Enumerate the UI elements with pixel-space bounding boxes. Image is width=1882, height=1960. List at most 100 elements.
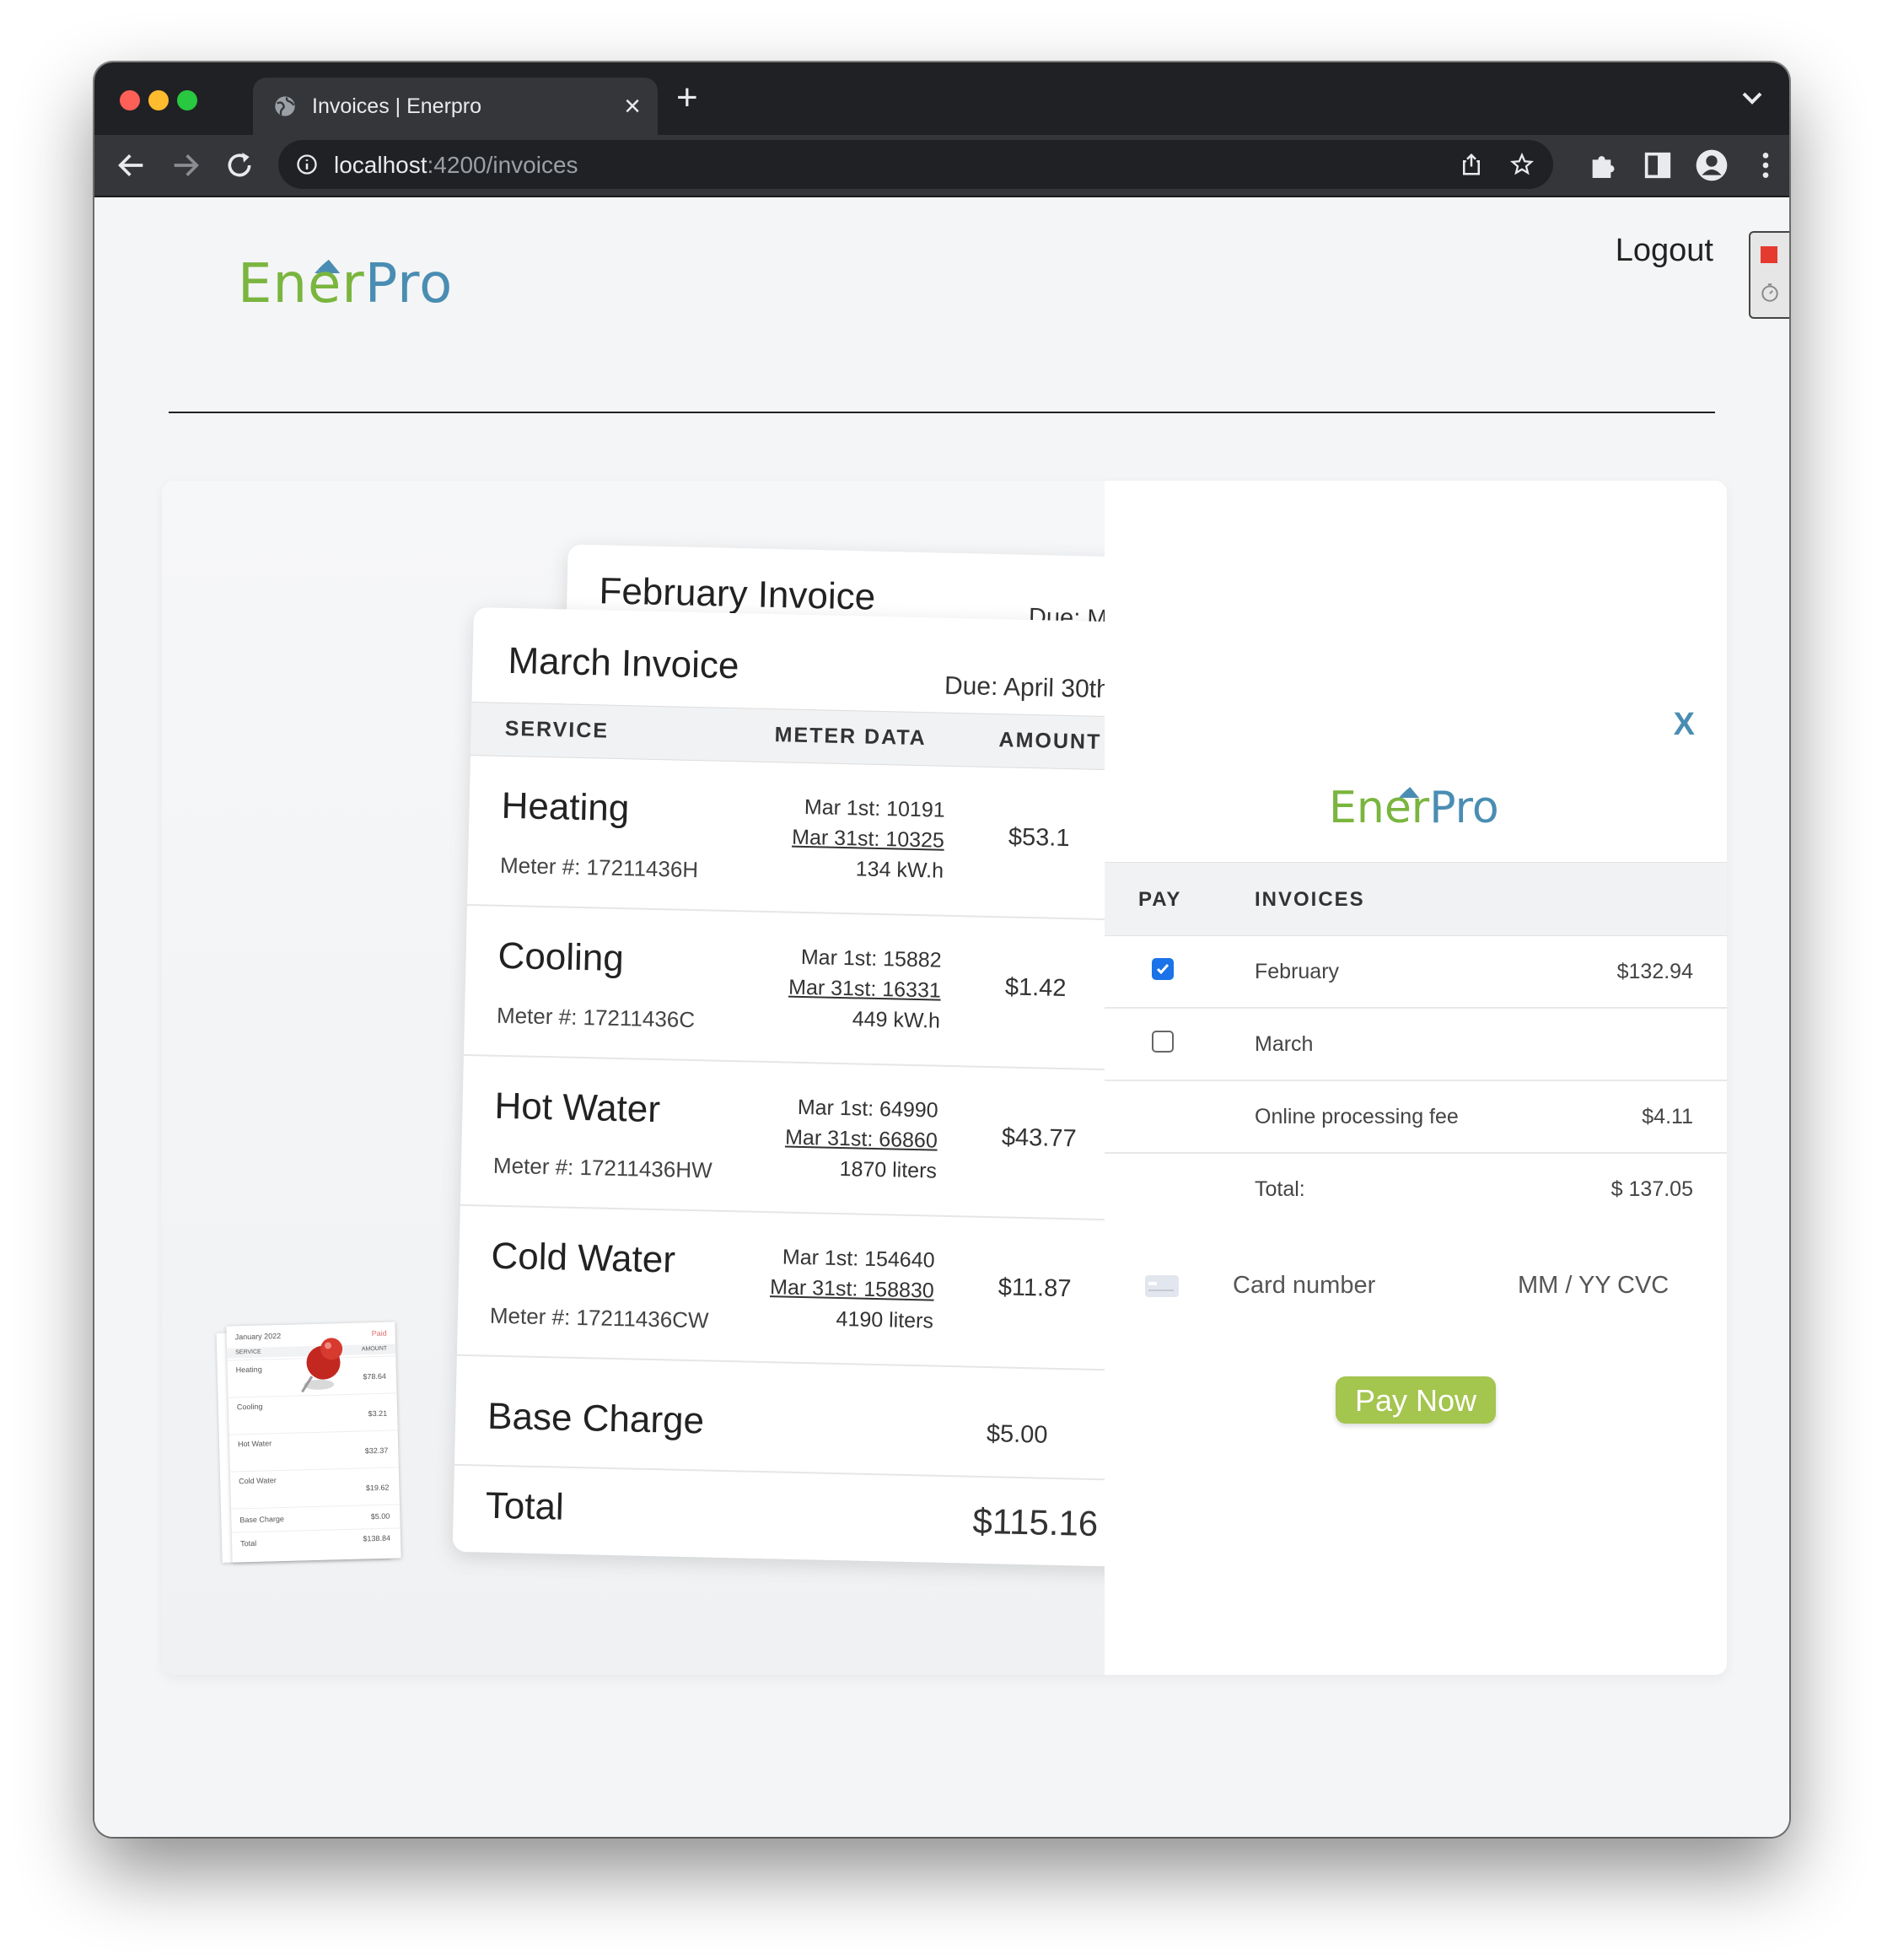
minimize-window-button[interactable] <box>148 90 169 110</box>
profile-avatar-icon[interactable] <box>1695 148 1729 182</box>
close-window-button[interactable] <box>120 90 140 110</box>
meter-number: Meter #: 17211436H <box>499 852 699 883</box>
extensions-icon[interactable] <box>1587 148 1621 182</box>
pushpin-icon <box>301 1338 343 1393</box>
card-expiry-field[interactable]: MM / YY <box>1518 1272 1611 1300</box>
service-amount: $1.42 <box>1004 973 1067 1003</box>
february-checkbox[interactable] <box>1152 958 1174 980</box>
service-amount: $53.1 <box>1008 823 1070 853</box>
march-invoice-due: Due: April 30th <box>944 671 1105 704</box>
invoice-total-label: Total <box>485 1484 565 1528</box>
stop-record-icon[interactable] <box>1761 246 1777 263</box>
thumbnail-status: Paid <box>371 1328 387 1338</box>
table-row: Hot Water Meter #: 17211436HW Mar 1st: 6… <box>460 1055 1105 1223</box>
payment-total-label: Total: <box>1255 1177 1305 1201</box>
service-name: Hot Water <box>494 1085 661 1131</box>
tab-title: Invoices | Enerpro <box>312 94 482 118</box>
browser-window: Invoices | Enerpro × + localhost:4200/in… <box>94 62 1789 1837</box>
payment-row-february: February $132.94 <box>1105 934 1727 1009</box>
timer-icon[interactable] <box>1759 282 1781 304</box>
logo-pro-text: Pro <box>1429 783 1499 833</box>
logo-ener-text: Ener <box>238 253 365 315</box>
column-pay: PAY <box>1138 888 1182 911</box>
base-charge-amount: $5.00 <box>986 1420 1048 1449</box>
page-content: EnerPro Logout February Invoice Due: M M… <box>94 197 1789 1837</box>
card-input[interactable]: Card number MM / YY CVC <box>1145 1265 1693 1307</box>
march-checkbox[interactable] <box>1152 1031 1174 1053</box>
back-arrow-icon[interactable] <box>115 148 148 182</box>
invoice-card: February Invoice Due: M March Invoice Du… <box>162 481 1727 1675</box>
meter-data: Mar 1st: 15882 Mar 31st: 16331 449 kW.h <box>788 945 942 1033</box>
address-bar[interactable]: localhost:4200/invoices <box>278 140 1553 189</box>
card-number-field[interactable]: Card number <box>1233 1272 1375 1300</box>
january-invoice-thumbnail[interactable]: January 2022 Paid SERVICE AMOUNT Heating… <box>216 1322 401 1563</box>
bookmark-star-icon[interactable] <box>1509 152 1535 177</box>
column-invoices: INVOICES <box>1255 888 1365 911</box>
march-invoice-paper[interactable]: March Invoice Due: April 30th SERVICE ME… <box>452 607 1105 1569</box>
close-panel-button[interactable]: X <box>1674 707 1695 743</box>
chevron-down-icon[interactable] <box>1735 81 1769 115</box>
navigation-bar: localhost:4200/invoices <box>94 135 1789 197</box>
tab-close-icon[interactable]: × <box>624 89 641 123</box>
meter-number: Meter #: 17211436HW <box>492 1152 712 1183</box>
meter-number: Meter #: 17211436CW <box>489 1302 709 1333</box>
payment-total-row: Total: $ 137.05 <box>1105 1152 1727 1225</box>
service-amount: $11.87 <box>997 1273 1072 1303</box>
list-item: Total $138.84 <box>231 1527 401 1559</box>
new-tab-button[interactable]: + <box>676 79 698 116</box>
service-name: Heating <box>501 784 630 830</box>
table-row: Cooling Meter #: 17211436C Mar 1st: 1588… <box>463 905 1105 1073</box>
table-row: Cold Water Meter #: 17211436CW Mar 1st: … <box>456 1205 1105 1373</box>
reload-icon[interactable] <box>223 148 256 182</box>
header-divider <box>169 412 1715 413</box>
fee-amount: $4.11 <box>1642 1105 1693 1128</box>
meter-number: Meter #: 17211436C <box>496 1002 696 1033</box>
url-text: localhost:4200/invoices <box>334 152 578 178</box>
invoice-preview-area: February Invoice Due: M March Invoice Du… <box>162 481 1105 1675</box>
processing-fee-row: Online processing fee $4.11 <box>1105 1080 1727 1154</box>
panel-enerpro-logo: EnerPro <box>1329 757 1514 842</box>
column-meter-data: METER DATA <box>774 723 928 751</box>
enerpro-logo[interactable]: EnerPro <box>238 223 457 315</box>
payment-total-amount: $ 137.05 <box>1610 1177 1693 1201</box>
service-amount: $43.77 <box>1001 1123 1077 1153</box>
meter-data: Mar 1st: 154640 Mar 31st: 158830 4190 li… <box>769 1245 935 1333</box>
active-tab[interactable]: Invoices | Enerpro × <box>253 78 658 135</box>
credit-card-icon <box>1145 1275 1179 1297</box>
thumbnail-title: January 2022 <box>234 1331 282 1342</box>
list-item: Hot Water $32.37 <box>229 1430 399 1473</box>
total-row: Total $115.16 <box>453 1466 1105 1567</box>
globe-icon <box>275 96 295 116</box>
march-invoice-title: March Invoice <box>508 639 739 687</box>
pay-now-button[interactable]: Pay Now <box>1336 1376 1496 1424</box>
tab-bar: Invoices | Enerpro × + <box>94 62 1789 135</box>
service-name: Cold Water <box>490 1235 676 1281</box>
logo-ener-text: Ener <box>1329 783 1430 833</box>
column-service: SERVICE <box>504 716 610 743</box>
list-item: Cold Water $19.62 <box>229 1467 400 1510</box>
invoice-amount: $132.94 <box>1616 960 1693 983</box>
recorder-widget[interactable] <box>1749 231 1789 319</box>
invoice-label: March <box>1255 1032 1314 1056</box>
payment-table-header: PAY INVOICES <box>1105 862 1727 936</box>
logout-link[interactable]: Logout <box>1616 233 1713 269</box>
logo-pro-text: Pro <box>364 253 454 315</box>
base-charge-label: Base Charge <box>487 1395 705 1442</box>
maximize-window-button[interactable] <box>177 90 197 110</box>
meter-data: Mar 1st: 10191 Mar 31st: 10325 134 kW.h <box>791 794 945 883</box>
side-panel-icon[interactable] <box>1641 148 1675 182</box>
service-name: Cooling <box>497 934 625 980</box>
checkmark-icon <box>1156 964 1170 975</box>
invoice-total-amount: $115.16 <box>972 1500 1099 1544</box>
column-amount: AMOUNT <box>998 728 1102 754</box>
forward-arrow-icon[interactable] <box>169 148 202 182</box>
more-menu-icon[interactable] <box>1749 148 1783 182</box>
fee-label: Online processing fee <box>1255 1105 1459 1128</box>
payment-row-march: March <box>1105 1007 1727 1081</box>
info-icon[interactable] <box>295 153 319 176</box>
meter-data: Mar 1st: 64990 Mar 31st: 66860 1870 lite… <box>784 1095 938 1183</box>
share-icon[interactable] <box>1459 152 1484 177</box>
payment-panel: X EnerPro PAY INVOICES February $132.94 … <box>1105 481 1727 1675</box>
invoice-label: February <box>1255 960 1340 983</box>
card-cvc-field[interactable]: CVC <box>1617 1272 1669 1300</box>
